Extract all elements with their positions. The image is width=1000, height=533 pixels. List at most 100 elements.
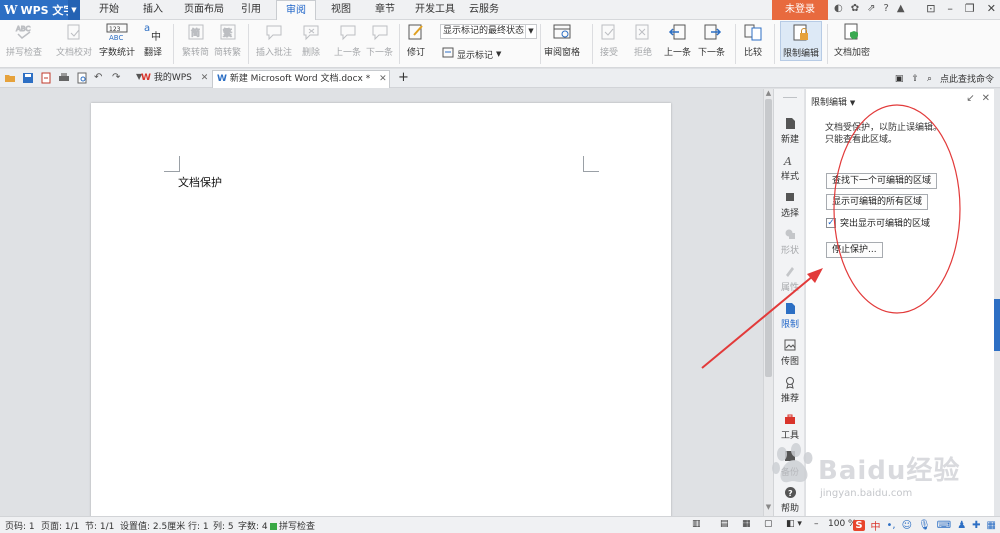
tab-home[interactable]: 开始 <box>96 0 122 20</box>
chevron-down-icon[interactable]: ▼ <box>525 25 536 38</box>
tools-icon[interactable]: ▦ <box>987 520 996 531</box>
microphone-icon[interactable]: 🎙 <box>918 520 931 531</box>
zoom-level[interactable]: 100 % <box>828 519 857 529</box>
emoji-icon[interactable]: ☺ <box>902 520 912 531</box>
keyboard-icon[interactable]: ⌨ <box>937 520 951 531</box>
document-page[interactable]: 文档保护 <box>91 103 671 533</box>
new-tab-button[interactable]: + <box>394 70 409 88</box>
tab-document[interactable]: W 新建 Microsoft Word 文档.docx * ✕ <box>212 70 390 88</box>
tab-references[interactable]: 引用 <box>238 0 264 20</box>
next-comment-button[interactable]: 下一条 <box>366 22 393 58</box>
dock-icon[interactable]: ↙ <box>966 93 974 104</box>
tab-insert[interactable]: 插入 <box>140 0 166 20</box>
undo-icon[interactable]: ↶ <box>94 72 106 84</box>
show-markup-button[interactable]: 显示标记 ▼ <box>442 47 501 61</box>
login-button[interactable]: 未登录 <box>772 0 828 20</box>
view-outline-icon[interactable]: ▥ <box>692 519 701 529</box>
open-folder-icon[interactable] <box>4 72 16 84</box>
sidebar-item-new[interactable]: 新建 <box>774 116 806 145</box>
view-read-icon[interactable]: ▢ <box>764 519 773 529</box>
view-protect-icon[interactable]: ◧ ▾ <box>786 519 802 529</box>
reject-button[interactable]: 拒绝 <box>632 22 654 58</box>
caret-down-icon[interactable]: ▼ <box>68 0 80 20</box>
redo-icon[interactable]: ↷ <box>112 72 124 84</box>
print-preview-icon[interactable] <box>76 72 88 84</box>
doc-encrypt-button[interactable]: 文档加密 <box>834 22 870 58</box>
translate-button[interactable]: a中 翻译 <box>142 22 164 58</box>
sidebar-item-shape[interactable]: 形状 <box>774 227 806 256</box>
export-pdf-icon[interactable] <box>40 72 52 84</box>
select-icon <box>783 190 797 204</box>
highlight-editable-option[interactable]: ✓ 突出显示可编辑的区域 <box>826 216 930 229</box>
word-count-button[interactable]: 123 ABC 字数统计 <box>99 22 135 58</box>
spell-check-button[interactable]: ABC 拼写检查 <box>6 22 42 59</box>
view-page-icon[interactable]: ▤ <box>720 519 729 529</box>
document-body-text[interactable]: 文档保护 <box>178 174 222 190</box>
skin-icon[interactable]: ✚ <box>972 520 980 531</box>
delete-comment-button[interactable]: 删除 <box>300 22 322 58</box>
to-traditional-button[interactable]: 简 繁转简 <box>182 22 209 58</box>
sidebar-item-upload-image[interactable]: 传图 <box>774 338 806 367</box>
minimize-icon[interactable]: – <box>947 2 953 15</box>
print-icon[interactable] <box>58 72 70 84</box>
user-icon[interactable]: ♟ <box>957 520 966 531</box>
gear-icon[interactable]: ✿ <box>851 3 859 14</box>
to-simplified-button[interactable]: 繁 简转繁 <box>214 22 241 58</box>
tab-review[interactable]: 审阅 <box>276 0 316 21</box>
tab-chapter[interactable]: 章节 <box>372 0 398 20</box>
tab-cloud[interactable]: 云服务 <box>468 0 500 20</box>
prev-comment-button[interactable]: 上一条 <box>334 22 361 58</box>
find-next-editable-button[interactable]: 查找下一个可编辑的区域 <box>826 173 938 189</box>
sidebar-item-recommend[interactable]: 推荐 <box>774 375 806 404</box>
sidebar-item-style[interactable]: A 样式 <box>774 153 806 183</box>
accept-button[interactable]: 接受 <box>598 22 620 58</box>
review-pane-button[interactable]: 审阅窗格 <box>544 22 580 58</box>
sidebar-item-restrict[interactable]: 限制 <box>774 301 806 330</box>
comment-bubble-icon[interactable]: ▣ <box>895 74 904 84</box>
close-icon[interactable]: ✕ <box>987 2 996 15</box>
insert-comment-button[interactable]: 插入批注 <box>256 22 292 58</box>
close-tab-icon[interactable]: ✕ <box>201 73 209 83</box>
markup-state-select[interactable]: 显示标记的最终状态 ▼ <box>440 24 537 39</box>
tab-view[interactable]: 视图 <box>328 0 354 20</box>
search-icon[interactable]: ⌕ <box>927 74 932 84</box>
tab-page-layout[interactable]: 页面布局 <box>182 0 226 20</box>
close-tab-icon[interactable]: ✕ <box>379 74 387 84</box>
revise-button[interactable]: 修订 <box>405 22 427 58</box>
arrow-up-icon[interactable]: ▲ <box>897 3 905 14</box>
restore-icon[interactable]: ⊡ <box>926 2 935 15</box>
chinese-mode-icon[interactable]: 中 <box>871 518 881 533</box>
save-icon[interactable] <box>22 72 34 84</box>
maximize-icon[interactable]: ❐ <box>965 2 975 15</box>
share-icon[interactable]: ⇗ <box>867 3 875 14</box>
highlight-checkbox[interactable]: ✓ <box>826 217 836 228</box>
svg-text:简: 简 <box>191 27 200 39</box>
app-menu-button[interactable]: W WPS 文字 ▼ <box>0 0 80 20</box>
svg-text:A: A <box>783 155 792 167</box>
command-search[interactable]: 点此查找命令 <box>940 72 994 85</box>
compare-button[interactable]: 比较 <box>742 22 764 58</box>
spell-check-status[interactable]: 拼写检查 <box>270 519 315 532</box>
collapse-panel-handle[interactable] <box>994 299 1000 351</box>
view-web-icon[interactable]: ▦ <box>742 519 751 529</box>
prev-change-button[interactable]: 上一条 <box>664 22 691 58</box>
arrow-up-icon[interactable]: ⇧ <box>911 74 919 84</box>
tab-my-wps[interactable]: W 我的WPS ✕ <box>137 70 211 88</box>
sidebar-item-select[interactable]: 选择 <box>774 190 806 219</box>
restrict-edit-button[interactable]: 限制编辑 <box>780 21 823 61</box>
sogou-ime-icon[interactable]: S <box>853 520 865 531</box>
zoom-out-icon[interactable]: – <box>814 519 819 529</box>
sidebar-item-property[interactable]: 属性 <box>774 264 806 293</box>
scrollbar-thumb[interactable] <box>765 99 772 377</box>
scroll-up-icon[interactable]: ▲ <box>764 89 773 97</box>
help-icon[interactable]: ? <box>884 3 889 14</box>
close-icon[interactable]: ✕ <box>982 93 990 104</box>
punctuation-icon[interactable]: •, <box>887 520 896 531</box>
stop-protection-button[interactable]: 停止保护... <box>826 242 883 258</box>
skin-icon[interactable]: ◐ <box>834 3 843 14</box>
tab-developer[interactable]: 开发工具 <box>414 0 456 20</box>
show-all-editable-button[interactable]: 显示可编辑的所有区域 <box>826 194 929 210</box>
doc-proofread-button[interactable]: 文档校对 <box>56 22 92 58</box>
panel-title[interactable]: 限制编辑 ▼ <box>811 95 855 108</box>
next-change-button[interactable]: 下一条 <box>698 22 725 58</box>
